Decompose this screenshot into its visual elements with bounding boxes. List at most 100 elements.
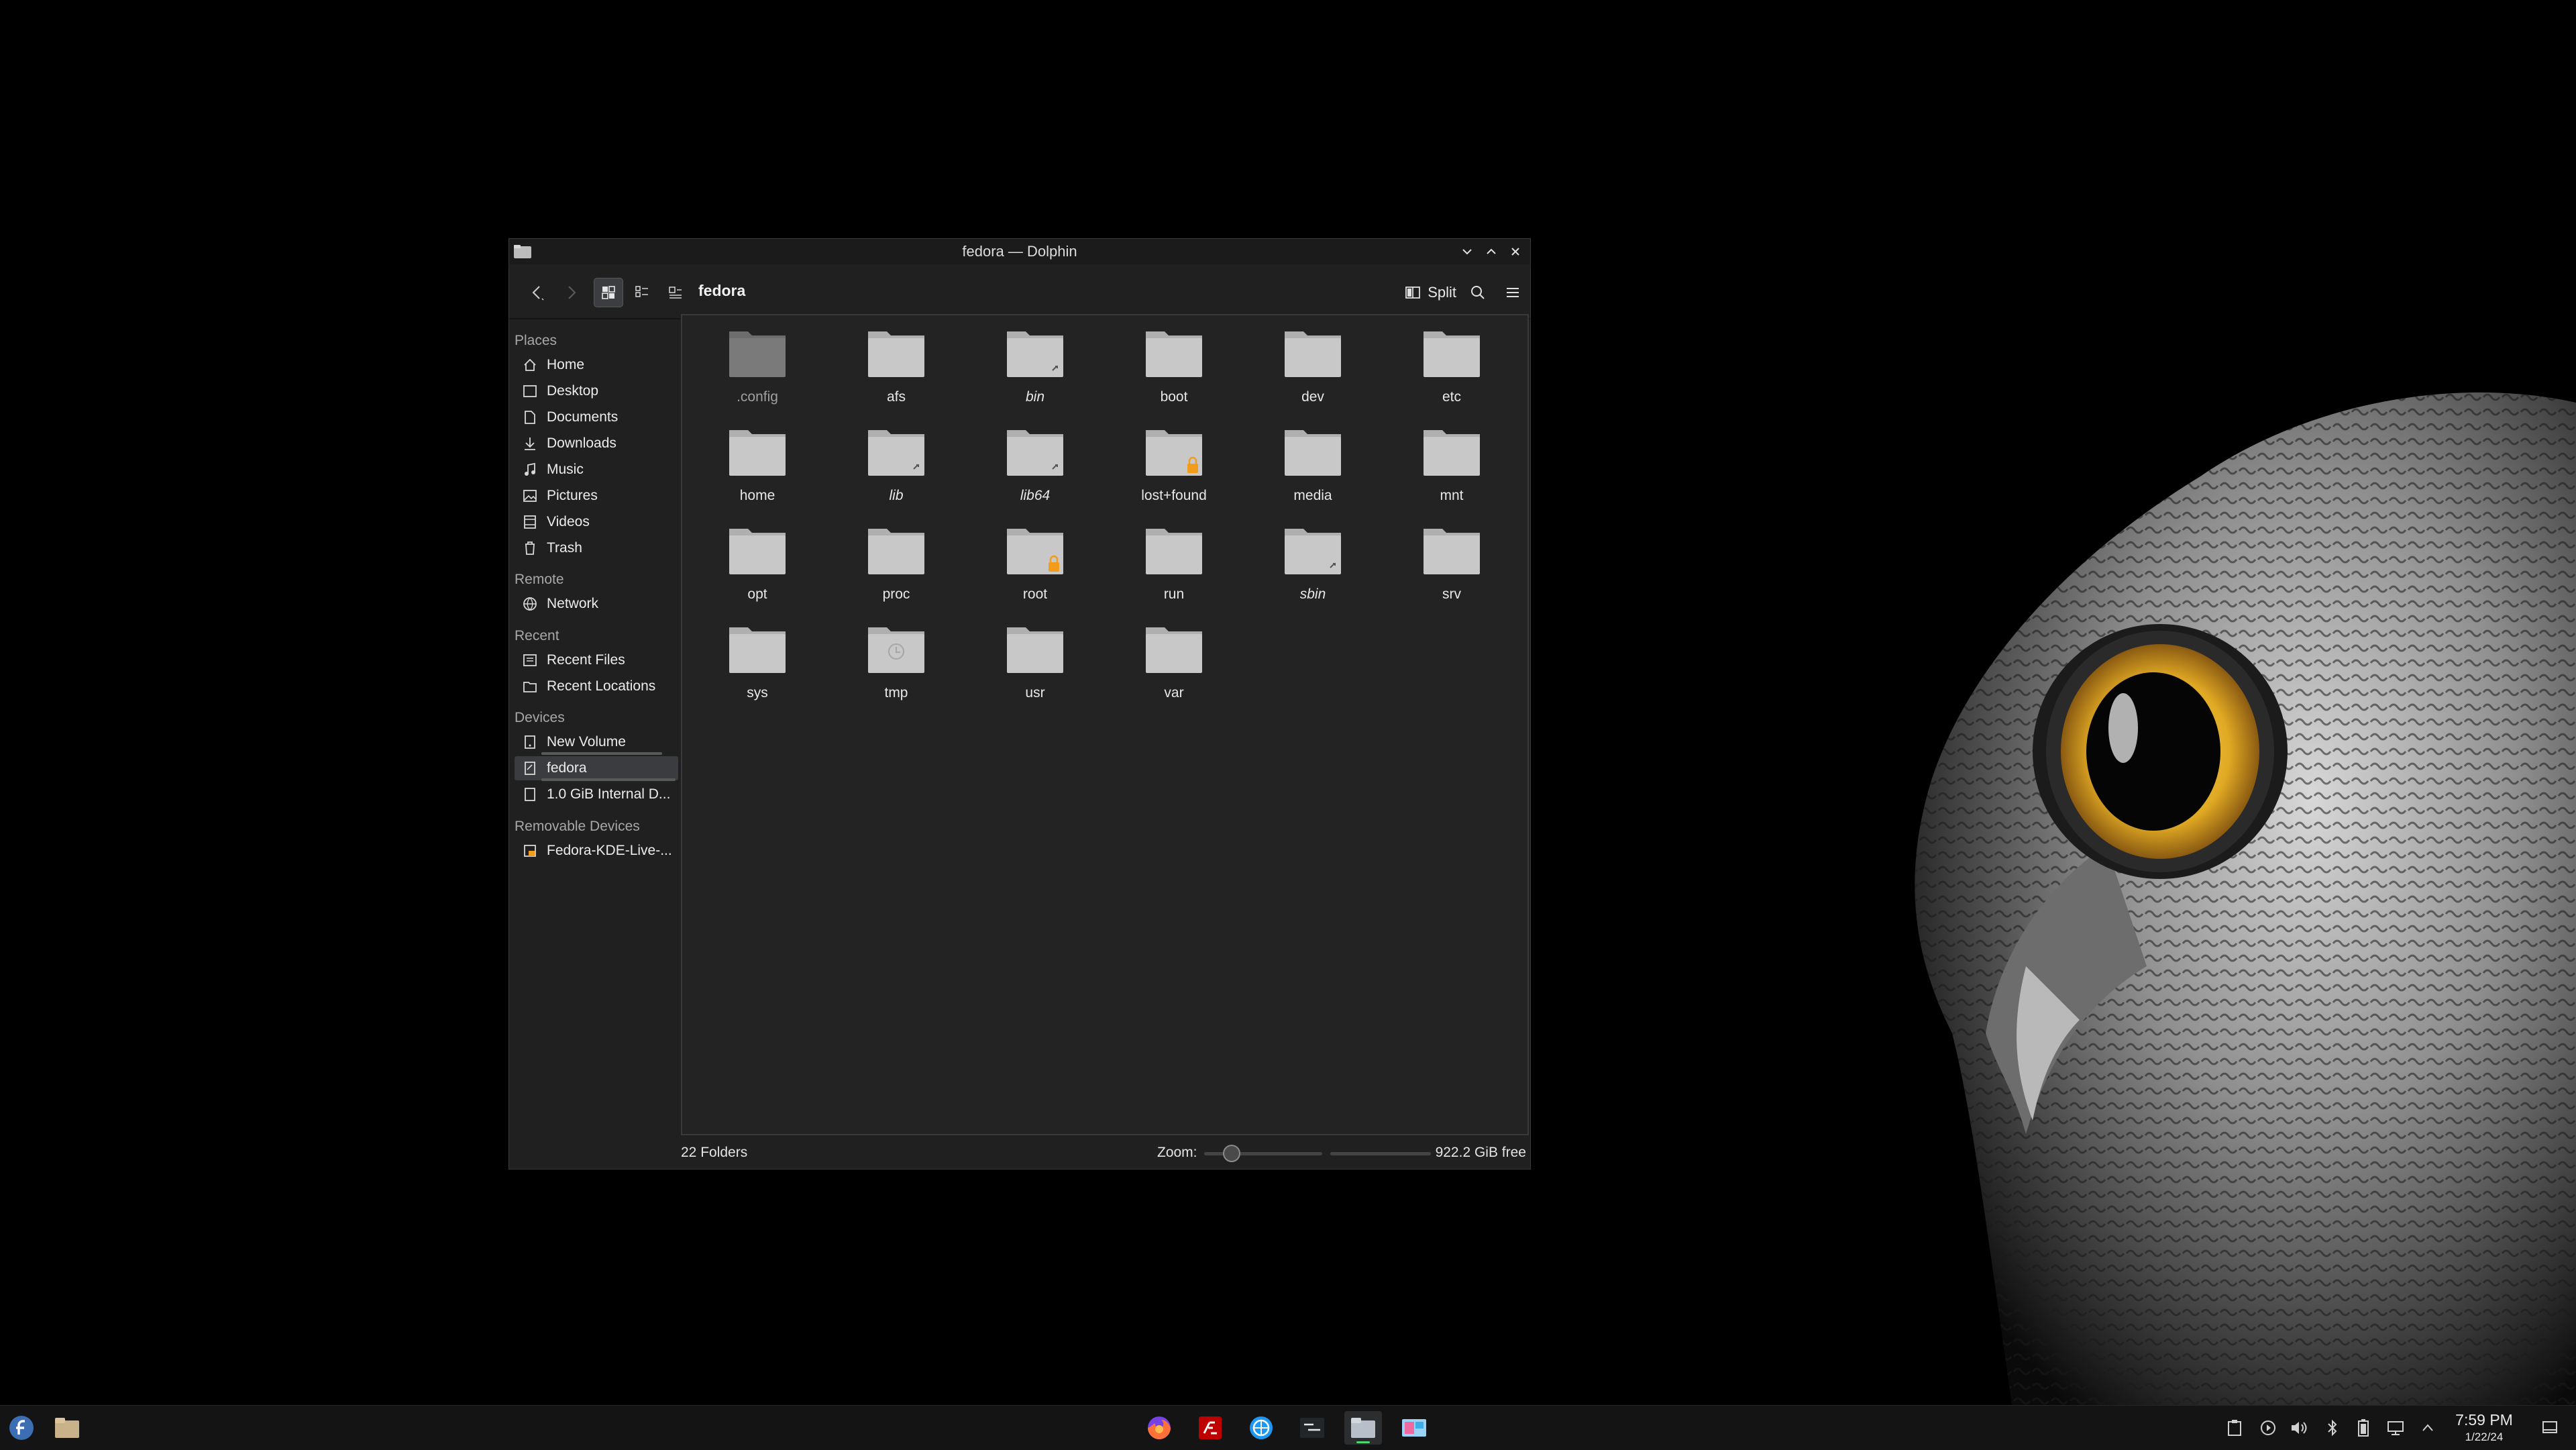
folder-name: root [1022, 586, 1048, 602]
folder-icon [729, 529, 786, 574]
folder-item[interactable]: media [1247, 417, 1379, 511]
folder-item[interactable]: .config [692, 318, 823, 412]
media-player-tray[interactable] [2258, 1418, 2278, 1438]
folder-item[interactable]: etc [1386, 318, 1517, 412]
icons-view-button[interactable] [594, 278, 623, 307]
folder-icon [1285, 430, 1341, 476]
minimize-button[interactable] [1455, 239, 1479, 264]
compact-view-button[interactable] [627, 278, 657, 307]
zoom-slider-track[interactable] [1204, 1152, 1322, 1155]
folder-icon [1146, 627, 1202, 673]
compact-view-icon [635, 286, 648, 297]
dolphin-window: fedora — Dolphin fedora Split Places Hom… [508, 238, 1531, 1170]
folder-item[interactable]: tmp [830, 614, 962, 708]
sidebar-item-new-volume[interactable]: New Volume [515, 730, 678, 755]
locked-folder-icon [1146, 430, 1202, 476]
wired-network-icon [2387, 1421, 2404, 1435]
sidebar-item-network[interactable]: Network [515, 592, 678, 616]
sidebar-item-trash[interactable]: Trash [515, 536, 678, 560]
sidebar-item-recent-locations[interactable]: Recent Locations [515, 674, 678, 698]
folder-item[interactable]: lib [830, 417, 962, 511]
download-icon [521, 435, 539, 452]
close-button[interactable] [1503, 239, 1527, 264]
search-icon [1471, 286, 1485, 299]
folder-item[interactable]: run [1108, 515, 1240, 609]
close-icon [1511, 248, 1519, 256]
symlink-folder-icon [1285, 529, 1341, 574]
volume-tray[interactable] [2289, 1418, 2309, 1438]
window-title: fedora — Dolphin [962, 243, 1077, 260]
sidebar-item-downloads[interactable]: Downloads [515, 431, 678, 456]
taskbar-dolphin[interactable] [1344, 1411, 1382, 1445]
folder-item[interactable]: proc [830, 515, 962, 609]
sidebar-item-fedora[interactable]: fedora [515, 756, 678, 781]
folder-item[interactable]: sbin [1247, 515, 1379, 609]
search-button[interactable] [1463, 278, 1493, 307]
folder-item[interactable]: var [1108, 614, 1240, 708]
folder-item[interactable]: home [692, 417, 823, 511]
folder-item[interactable]: opt [692, 515, 823, 609]
folder-item[interactable]: boot [1108, 318, 1240, 412]
taskbar-spectacle[interactable] [1395, 1411, 1433, 1445]
taskbar-discover[interactable] [1242, 1411, 1280, 1445]
sidebar-item-music[interactable]: Music [515, 458, 678, 482]
folder-item[interactable]: mnt [1386, 417, 1517, 511]
active-window-indicator [1356, 1441, 1370, 1443]
sidebar-item-pictures[interactable]: Pictures [515, 484, 678, 508]
folder-icon [1146, 529, 1202, 574]
folder-item[interactable]: root [969, 515, 1101, 609]
sidebar-item-recent-files[interactable]: Recent Files [515, 648, 678, 672]
clipboard-tray[interactable] [2224, 1418, 2245, 1438]
folder-item[interactable]: usr [969, 614, 1101, 708]
folder-item[interactable]: lost+found [1108, 417, 1240, 511]
folder-name: home [739, 488, 775, 503]
titlebar[interactable]: fedora — Dolphin [509, 239, 1530, 264]
hamburger-menu-icon [1507, 288, 1519, 297]
peek-desktop-button[interactable] [2540, 1418, 2560, 1438]
folder-name: afs [886, 389, 906, 405]
files-icon [55, 1418, 79, 1438]
grid-view-icon [602, 286, 615, 299]
folder-item[interactable]: lib64 [969, 417, 1101, 511]
taskbar-firefox[interactable] [1140, 1411, 1178, 1445]
folder-item[interactable]: bin [969, 318, 1101, 412]
split-button[interactable]: Split [1405, 279, 1456, 306]
sidebar-item-documents[interactable]: Documents [515, 405, 678, 429]
taskbar-files-button[interactable] [48, 1411, 86, 1445]
recent-section-title: Recent [515, 628, 559, 643]
battery-tray[interactable] [2353, 1418, 2373, 1438]
split-button-label: Split [1428, 284, 1456, 301]
video-icon [521, 513, 539, 531]
trash-icon [521, 539, 539, 557]
folder-item[interactable]: sys [692, 614, 823, 708]
folder-item[interactable]: afs [830, 318, 962, 412]
folder-name: sys [747, 685, 768, 701]
devices-section-title: Devices [515, 710, 565, 725]
zoom-slider-handle[interactable] [1223, 1145, 1240, 1162]
sidebar-item-desktop[interactable]: Desktop [515, 379, 678, 403]
maximize-button[interactable] [1479, 239, 1503, 264]
network-tray[interactable] [2385, 1418, 2406, 1438]
sidebar-item-home[interactable]: Home [515, 353, 678, 377]
symlink-folder-icon [868, 430, 924, 476]
bluetooth-tray[interactable] [2322, 1418, 2343, 1438]
location-breadcrumb[interactable]: fedora [698, 282, 745, 300]
hamburger-menu-button[interactable] [1498, 278, 1527, 307]
taskbar-terminal[interactable] [1293, 1411, 1331, 1445]
back-button[interactable] [523, 278, 552, 307]
details-view-button[interactable] [661, 278, 690, 307]
taskbar-filezilla[interactable] [1191, 1411, 1229, 1445]
recent-files-icon [521, 652, 539, 669]
application-launcher-button[interactable] [3, 1411, 40, 1445]
digital-clock[interactable]: 7:59 PM 1/22/24 [2447, 1411, 2521, 1444]
sidebar-item-videos[interactable]: Videos [515, 510, 678, 534]
file-view[interactable]: .config afs bin boot dev etc home lib lib64 lost+… [681, 314, 1529, 1135]
sidebar-item-fedora-live[interactable]: Fedora-KDE-Live-... [515, 839, 678, 863]
sidebar-item-internal-drive[interactable]: 1.0 GiB Internal D... [515, 782, 678, 807]
show-desktop-icon [2542, 1421, 2557, 1433]
folder-name: tmp [884, 685, 908, 701]
folder-item[interactable]: dev [1247, 318, 1379, 412]
folder-item[interactable]: srv [1386, 515, 1517, 609]
forward-button[interactable] [556, 278, 586, 307]
show-hidden-tray-button[interactable] [2418, 1418, 2438, 1438]
